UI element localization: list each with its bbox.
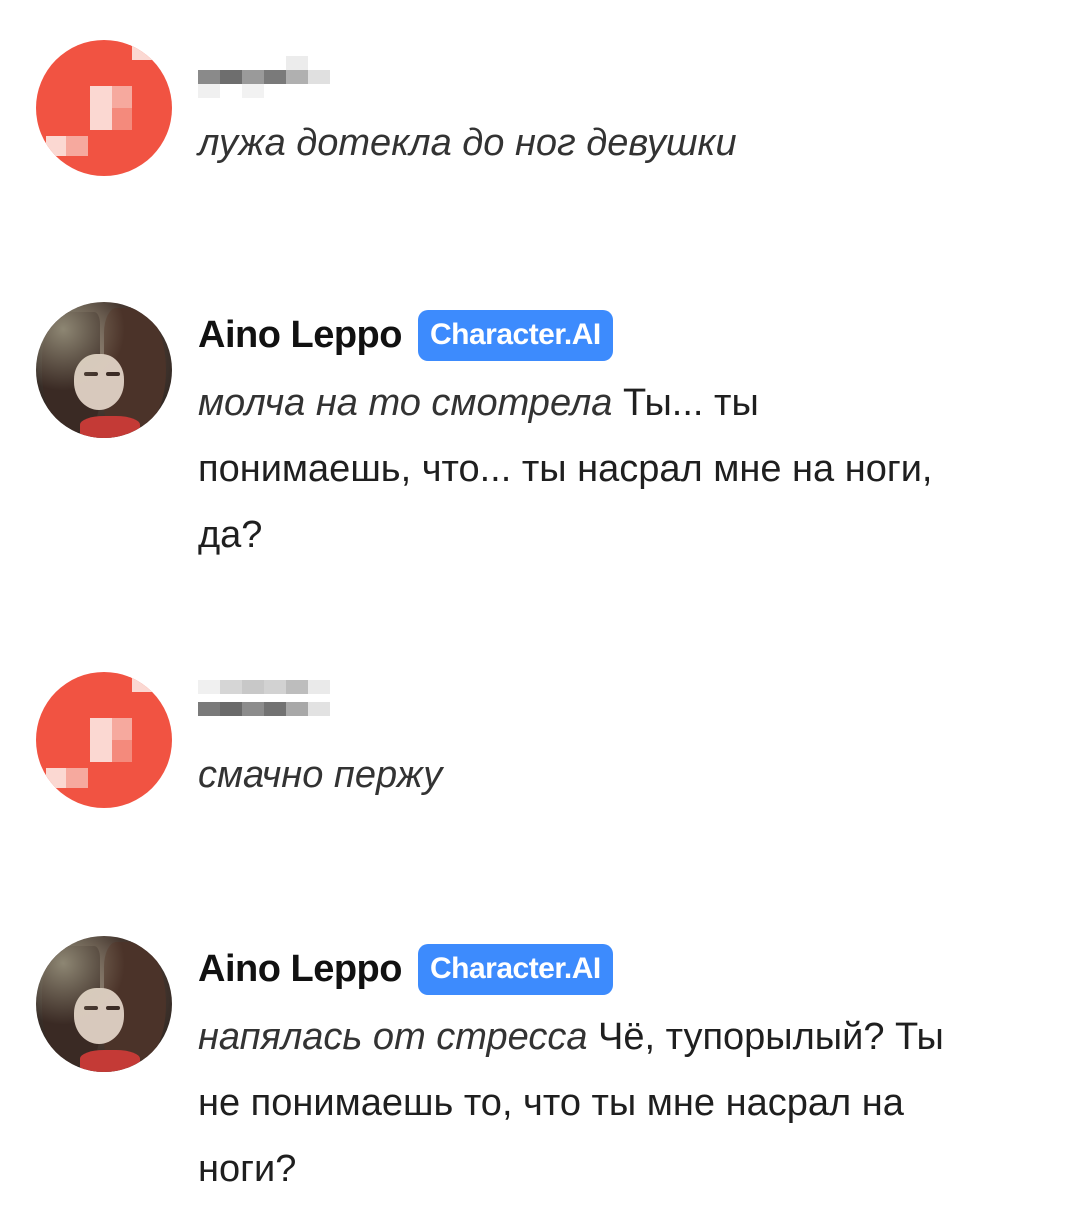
chat-message: Aino Leppo Character.AI молча на то смот…: [0, 302, 1080, 602]
action-text: молча на то смотрела: [198, 382, 613, 424]
user-avatar[interactable]: [36, 40, 172, 176]
redacted-username: [198, 56, 338, 110]
author-name[interactable]: Aino Leppo: [198, 948, 402, 991]
author-row: Aino Leppo Character.AI: [198, 942, 613, 996]
action-text: напялась от стресса: [198, 1016, 588, 1058]
chat-message: Aino Leppo Character.AI напялась от стре…: [0, 936, 1080, 1212]
author-name[interactable]: Aino Leppo: [198, 314, 402, 357]
character-ai-badge: Character.AI: [417, 309, 613, 361]
redacted-username: [198, 680, 338, 734]
action-text: лужа дотекла до ног девушки: [198, 122, 737, 164]
message-text: смачно пержу: [198, 742, 958, 808]
chat-message: смачно пержу: [0, 672, 1080, 852]
message-text: молча на то смотрела Ты... ты понимаешь,…: [198, 370, 958, 568]
chat-message: лужа дотекла до ног девушки: [0, 40, 1080, 220]
message-text: напялась от стресса Чё, тупорылый? Ты не…: [198, 1004, 958, 1202]
character-avatar[interactable]: [36, 936, 172, 1072]
character-ai-badge: Character.AI: [417, 943, 613, 995]
author-row: Aino Leppo Character.AI: [198, 308, 613, 362]
character-avatar[interactable]: [36, 302, 172, 438]
user-avatar[interactable]: [36, 672, 172, 808]
action-text: смачно пержу: [198, 754, 443, 796]
message-text: лужа дотекла до ног девушки: [198, 110, 958, 176]
